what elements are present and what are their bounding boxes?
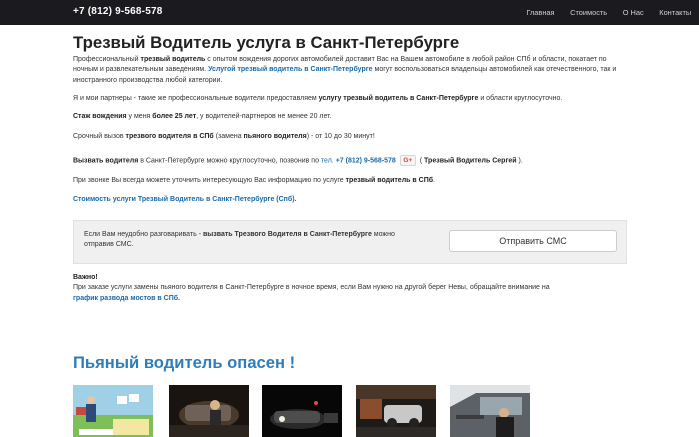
bold-text: трезвый водитель	[140, 56, 206, 63]
text: Срочный вызов	[73, 133, 126, 140]
bold-text: вызвать Трезвого Водителя в Санкт-Петерб…	[203, 231, 372, 238]
navbar: +7 (812) 9-568-578 Главная Стоимость О Н…	[0, 0, 699, 25]
text: ) - от 10 до 30 минут!	[306, 133, 375, 140]
price-paragraph: Стоимость услуги Трезвый Водитель в Санк…	[73, 195, 627, 205]
experience-paragraph: Стаж вождения у меня более 25 лет, у вод…	[73, 112, 627, 122]
text: ).	[516, 157, 523, 165]
price-link[interactable]: Стоимость услуги Трезвый Водитель в Санк…	[73, 196, 297, 203]
nav-link-about[interactable]: О Нас	[615, 0, 652, 25]
sms-box: Если Вам неудобно разговаривать - вызват…	[73, 220, 627, 264]
bold-text: более 25 лет	[152, 113, 197, 120]
overturned-car-image	[356, 385, 436, 437]
photo-thumbnail[interactable]	[73, 385, 153, 437]
nav-links: Главная Стоимость О Нас Контакты	[519, 0, 699, 25]
navbar-phone[interactable]: +7 (812) 9-568-578	[73, 6, 163, 17]
text: Я и мои партнеры - такие же профессионал…	[73, 95, 319, 102]
bold-text: Вызвать водителя	[73, 157, 139, 165]
bold-text: Стаж вождения	[73, 113, 127, 120]
text: Если Вам неудобно разговаривать -	[84, 231, 203, 238]
bold-text: пьяного водителя	[243, 133, 307, 140]
text: , у водителей-партнеров не менее 20 лет.	[196, 113, 332, 120]
text: и области круглосуточно.	[478, 95, 563, 102]
photo-thumbnail[interactable]	[450, 385, 530, 437]
info-paragraph: При звонке Вы всегда можете уточнить инт…	[73, 176, 627, 186]
sms-text: Если Вам неудобно разговаривать - вызват…	[84, 230, 424, 251]
urgent-call-paragraph: Срочный вызов трезвого водителя в СПб (з…	[73, 132, 627, 142]
tel-prefix: тел.	[320, 157, 334, 165]
text: При заказе услуги замены пьяного водител…	[73, 284, 550, 292]
night-accident-image	[262, 385, 342, 437]
bold-text: Трезвый Водитель Сергей	[424, 157, 517, 165]
send-sms-button[interactable]: Отправить СМС	[449, 230, 617, 252]
important-label: Важно!	[73, 274, 98, 281]
text: При звонке Вы всегда можете уточнить инт…	[73, 177, 346, 184]
bold-text: трезвый водитель в СПб	[345, 177, 434, 184]
partners-paragraph: Я и мои партнеры - такие же профессионал…	[73, 94, 627, 104]
photo-thumbnail[interactable]	[169, 385, 249, 437]
text: (замена	[213, 133, 244, 140]
google-plus-icon[interactable]: G+	[399, 155, 416, 166]
text: .	[433, 177, 435, 184]
sober-driver-link[interactable]: Услугой трезвый водитель в Санкт-Петербу…	[208, 66, 372, 73]
bold-text: услугу трезвый водитель в Санкт-Петербур…	[318, 95, 479, 102]
phone-link[interactable]: +7 (812) 9-568-578	[336, 157, 396, 164]
text: Профессиональный	[73, 56, 141, 63]
call-driver-paragraph: Вызвать водителя в Санкт-Петербурге можн…	[73, 155, 627, 167]
photo-thumbnail[interactable]	[262, 385, 342, 437]
nav-link-home[interactable]: Главная	[519, 0, 563, 25]
page-title: Трезвый Водитель услуга в Санкт-Петербур…	[73, 33, 460, 52]
nav-link-contacts[interactable]: Контакты	[651, 0, 699, 25]
bold-text: трезвого водителя в СПб	[125, 133, 214, 140]
driver-in-car-image	[450, 385, 530, 437]
police-poster-image	[73, 385, 153, 437]
text: в Санкт-Петербурге можно круглосуточно, …	[138, 157, 321, 165]
bridges-schedule-link[interactable]: график развода мостов в СПб.	[73, 295, 180, 302]
intro-paragraph: Профессиональный трезвый водитель с опыт…	[73, 55, 627, 86]
important-paragraph: Важно! При заказе услуги замены пьяного в…	[73, 273, 627, 304]
photo-gallery	[73, 385, 627, 437]
text: у меня	[126, 113, 153, 120]
nav-link-price[interactable]: Стоимость	[562, 0, 615, 25]
photo-thumbnail[interactable]	[356, 385, 436, 437]
crash-scene-image	[169, 385, 249, 437]
section-title: Пьяный водитель опасен !	[73, 353, 296, 372]
